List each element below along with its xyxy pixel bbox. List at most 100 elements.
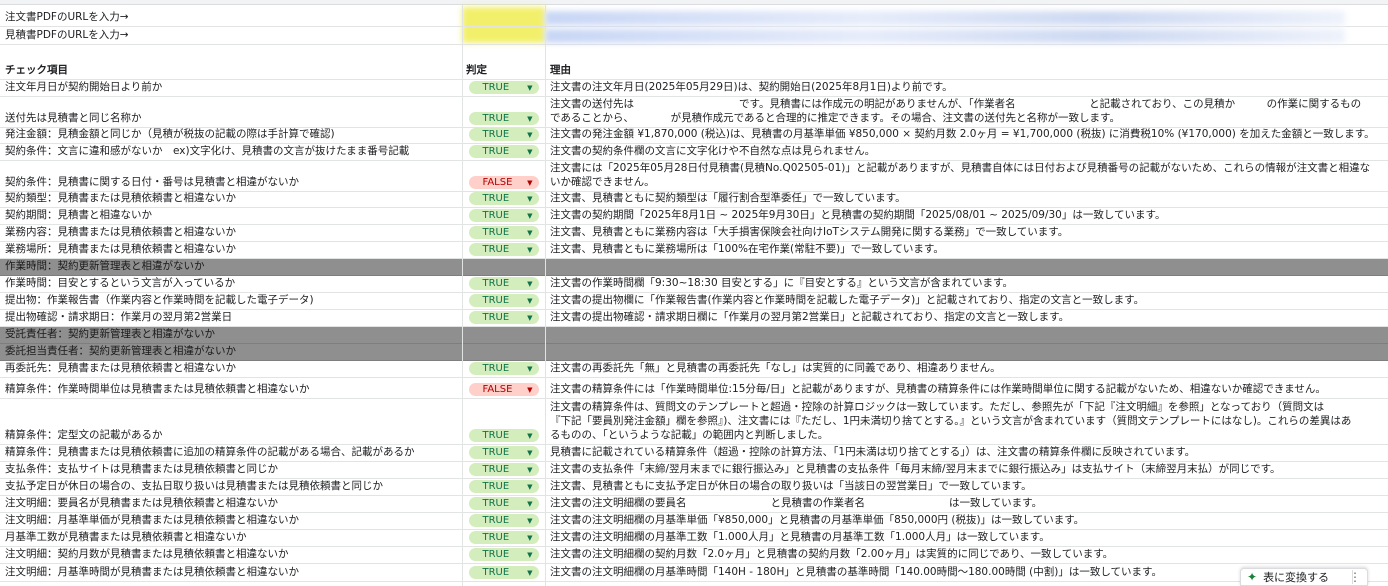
- reason-cell[interactable]: 注文書の契約期間「2025年8月1日 ~ 2025年9月30日」と見積書の契約期…: [545, 208, 1388, 224]
- judgement-cell[interactable]: TRUE ▼: [462, 479, 545, 495]
- dropdown-caret-icon[interactable]: ▼: [527, 446, 532, 460]
- judgement-cell[interactable]: TRUE ▼: [462, 97, 545, 127]
- dropdown-caret-icon[interactable]: ▼: [527, 277, 532, 291]
- check-item-cell[interactable]: 精算条件：見積書または見積依頼書に追加の精算条件の記載がある場合、記載があるか: [0, 445, 462, 461]
- judgement-dropdown[interactable]: TRUE ▼: [468, 531, 539, 544]
- judgement-dropdown[interactable]: TRUE ▼: [468, 566, 539, 580]
- judgement-dropdown[interactable]: TRUE ▼: [468, 497, 539, 511]
- check-item-cell[interactable]: 発注金額：見積金額と同じか（見積が税抜の記載の際は手計算で確認): [0, 128, 462, 143]
- check-item-cell[interactable]: 受託責任者：契約更新管理表と相違がないか: [0, 327, 462, 343]
- judgement-dropdown[interactable]: FALSE ▼: [468, 176, 539, 190]
- dropdown-caret-icon[interactable]: ▼: [527, 128, 532, 142]
- judgement-dropdown[interactable]: TRUE ▼: [468, 429, 539, 443]
- judgement-cell[interactable]: TRUE ▼: [462, 144, 545, 160]
- reason-cell[interactable]: 注文書、見積書ともに支払予定日が休日の場合の取り扱いは「当該日の翌営業日」で一致…: [545, 479, 1388, 495]
- judgement-dropdown[interactable]: TRUE ▼: [468, 277, 539, 291]
- check-item-cell[interactable]: 注文明細：月基準時間が見積書または見積依頼書と相違ないか: [0, 564, 462, 581]
- judgement-cell[interactable]: TRUE ▼: [462, 361, 545, 377]
- url-input-cell[interactable]: [462, 27, 545, 44]
- check-item-cell[interactable]: 提出物：作業報告書（作業内容と作業時間を記載した電子データ): [0, 293, 462, 309]
- check-item-cell[interactable]: 業務内容：見積書または見積依頼書と相違ないか: [0, 225, 462, 241]
- judgement-dropdown[interactable]: TRUE ▼: [468, 311, 539, 324]
- reason-cell[interactable]: 注文書の送付先は です。見積書には作成元の明記がありませんが、「作業者名 と記載…: [545, 97, 1388, 127]
- reason-cell[interactable]: 注文書の作業時間欄「9:30~18:30 目安とする」に『目安とする』という文言…: [545, 276, 1388, 292]
- dropdown-caret-icon[interactable]: ▼: [527, 463, 532, 477]
- reason-cell[interactable]: 注文書の提出物欄に「作業報告書(作業内容と作業時間を記載した電子データ)」と記載…: [545, 293, 1388, 309]
- judgement-cell[interactable]: TRUE ▼: [462, 547, 545, 563]
- dropdown-caret-icon[interactable]: ▼: [527, 429, 532, 443]
- judgement-cell[interactable]: TRUE ▼: [462, 564, 545, 581]
- dropdown-caret-icon[interactable]: ▼: [527, 209, 532, 223]
- judgement-dropdown[interactable]: TRUE ▼: [468, 112, 539, 125]
- reason-cell[interactable]: 注文書の注文年月日(2025年05月29日)は、契約開始日(2025年8月1日)…: [545, 80, 1388, 96]
- judgement-cell[interactable]: [462, 344, 545, 360]
- dropdown-caret-icon[interactable]: ▼: [527, 383, 532, 397]
- judgement-cell[interactable]: TRUE ▼: [462, 128, 545, 143]
- judgement-dropdown[interactable]: FALSE ▼: [468, 383, 539, 397]
- check-item-cell[interactable]: 月基準工数が見積書または見積依頼書と相違ないか: [0, 530, 462, 546]
- check-item-cell[interactable]: 注文明細：月基準単価が見積書または見積依頼書と相違ないか: [0, 513, 462, 529]
- judgement-dropdown[interactable]: TRUE ▼: [468, 446, 539, 460]
- reason-cell[interactable]: 注文書の注文明細欄の契約月数「2.0ヶ月」と見積書の契約月数「2.00ヶ月」は実…: [545, 547, 1388, 563]
- dropdown-caret-icon[interactable]: ▼: [527, 362, 532, 376]
- dropdown-caret-icon[interactable]: ▼: [527, 192, 532, 206]
- check-item-cell[interactable]: 契約期間：見積書と相違ないか: [0, 208, 462, 224]
- dropdown-caret-icon[interactable]: ▼: [527, 514, 532, 528]
- judgement-cell[interactable]: FALSE ▼: [462, 378, 545, 398]
- dropdown-caret-icon[interactable]: ▼: [527, 497, 532, 511]
- judgement-cell[interactable]: [462, 259, 545, 275]
- judgement-dropdown[interactable]: TRUE ▼: [468, 294, 539, 307]
- judgement-dropdown[interactable]: TRUE ▼: [468, 209, 539, 223]
- dropdown-caret-icon[interactable]: ▼: [527, 566, 532, 580]
- dropdown-caret-icon[interactable]: ▼: [527, 176, 532, 190]
- dropdown-caret-icon[interactable]: ▼: [527, 226, 532, 240]
- reason-cell[interactable]: 注文書、見積書ともに業務内容は「大手損害保険会社向けIoTシステム開発に関する業…: [545, 225, 1388, 241]
- reason-cell[interactable]: [545, 327, 1388, 343]
- check-item-cell[interactable]: 業務場所：見積書または見積依頼書と相違ないか: [0, 242, 462, 258]
- reason-cell[interactable]: 注文書の注文明細欄の月基準工数「1.000人月」と見積書の月基準工数「1.000…: [545, 530, 1388, 546]
- judgement-dropdown[interactable]: TRUE ▼: [468, 128, 539, 142]
- judgement-cell[interactable]: TRUE ▼: [462, 530, 545, 546]
- judgement-dropdown[interactable]: TRUE ▼: [468, 145, 539, 159]
- reason-cell[interactable]: 注文書、見積書ともに業務場所は「100%在宅作業(常駐不要)」で一致しています。: [545, 242, 1388, 258]
- judgement-cell[interactable]: TRUE ▼: [462, 208, 545, 224]
- check-item-cell[interactable]: 支払条件：支払サイトは見積書または見積依頼書と同じか: [0, 462, 462, 478]
- check-item-cell[interactable]: 作業時間：契約更新管理表と相違がないか: [0, 259, 462, 275]
- dropdown-caret-icon[interactable]: ▼: [527, 548, 532, 562]
- reason-cell[interactable]: 注文書の注文明細欄の月基準単価「¥850,000」と見積書の月基準単価「850,…: [545, 513, 1388, 529]
- check-item-cell[interactable]: 送付先は見積書と同じ名称か: [0, 97, 462, 127]
- check-item-cell[interactable]: 精算条件：定型文の記載があるか: [0, 399, 462, 444]
- judgement-cell[interactable]: TRUE ▼: [462, 242, 545, 258]
- dropdown-caret-icon[interactable]: ▼: [527, 81, 532, 95]
- reason-cell[interactable]: 見積書に記載されている精算条件（超過・控除の計算方法、「1円未満は切り捨てとする…: [545, 445, 1388, 461]
- judgement-cell[interactable]: TRUE ▼: [462, 399, 545, 444]
- dropdown-caret-icon[interactable]: ▼: [527, 243, 532, 257]
- judgement-cell[interactable]: [462, 327, 545, 343]
- dropdown-caret-icon[interactable]: ▼: [527, 145, 532, 159]
- check-item-cell[interactable]: 契約類型：見積書または見積依頼書と相違ないか: [0, 192, 462, 207]
- redacted-url[interactable]: [545, 11, 1345, 25]
- reason-cell[interactable]: 注文書の注文明細欄の要員名 と見積書の作業者名 は一致しています。: [545, 496, 1388, 512]
- judgement-dropdown[interactable]: TRUE ▼: [468, 81, 539, 95]
- check-item-cell[interactable]: 注文明細：契約月数が見積書または見積依頼書と相違ないか: [0, 547, 462, 563]
- more-options-icon[interactable]: ⋮: [1349, 570, 1361, 584]
- judgement-cell[interactable]: TRUE ▼: [462, 276, 545, 292]
- judgement-cell[interactable]: TRUE ▼: [462, 462, 545, 478]
- judgement-cell[interactable]: TRUE ▼: [462, 293, 545, 309]
- check-item-cell[interactable]: 支払予定日が休日の場合の、支払日取り扱いは見積書または見積依頼書と同じか: [0, 479, 462, 495]
- redacted-url[interactable]: [545, 29, 1345, 43]
- reason-cell[interactable]: [545, 344, 1388, 360]
- judgement-cell[interactable]: TRUE ▼: [462, 80, 545, 96]
- check-item-cell[interactable]: 契約条件：文言に違和感がないか ex)文字化け、見積書の文言が抜けたまま番号記載: [0, 144, 462, 160]
- convert-to-table-button[interactable]: ✦ 表に変換する ⋮: [1240, 568, 1368, 586]
- judgement-dropdown[interactable]: TRUE ▼: [468, 226, 539, 240]
- judgement-cell[interactable]: TRUE ▼: [462, 225, 545, 241]
- reason-cell[interactable]: 注文書には「2025年05月28日付見積書(見積No.Q02505-01)」と記…: [545, 161, 1388, 191]
- reason-cell[interactable]: 注文書の精算条件には「作業時間単位:15分毎/日」と記載がありますが、見積書の精…: [545, 378, 1388, 398]
- judgement-dropdown[interactable]: TRUE ▼: [468, 192, 539, 206]
- check-item-cell[interactable]: 再委託先：見積書または見積依頼書と相違ないか: [0, 361, 462, 377]
- judgement-cell[interactable]: TRUE ▼: [462, 192, 545, 207]
- url-input-cell[interactable]: [462, 9, 545, 26]
- judgement-dropdown[interactable]: TRUE ▼: [468, 362, 539, 376]
- judgement-dropdown[interactable]: TRUE ▼: [468, 480, 539, 493]
